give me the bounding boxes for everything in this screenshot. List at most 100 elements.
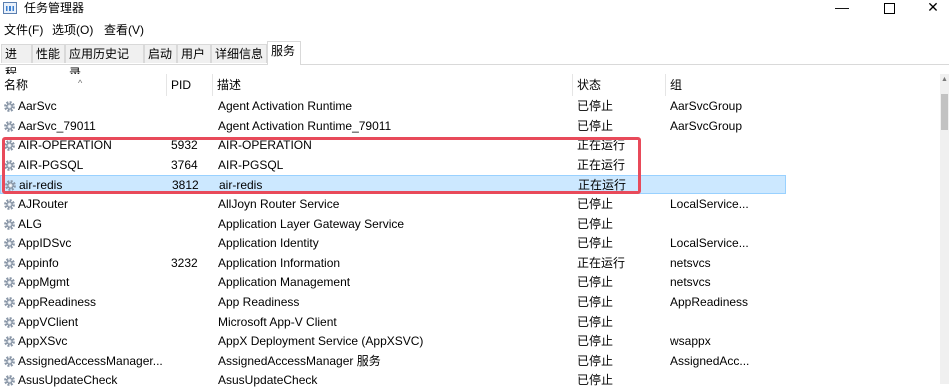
table-row[interactable]: AarSvc Agent Activation Runtime 已停止 AarSvcG… [0,97,786,116]
service-description-cell: Agent Activation Runtime_79011 [218,118,392,133]
service-pid-cell: 3232 [171,255,198,270]
service-description-cell: Application Information [218,255,341,270]
service-group-cell [670,156,782,175]
service-name-cell: AssignedAccessManager... [18,353,163,368]
column-header-name[interactable]: 名称 ^ [0,74,167,96]
service-group-cell: AarSvcGroup [670,118,743,133]
vertical-scrollbar[interactable]: ▲ [940,74,949,384]
service-gear-icon [3,355,16,368]
table-row[interactable]: AJRouter AllJoyn Router Service 已停止 LocalSe… [0,195,786,214]
maximize-icon [883,3,895,14]
service-status-cell: 已停止 [577,216,614,231]
service-status-cell: 已停止 [577,373,614,388]
tab-details[interactable]: 详细信息 [211,44,267,63]
service-gear-icon [3,218,16,231]
service-description-cell: AppX Deployment Service (AppXSVC) [218,334,424,349]
service-gear-icon [3,237,16,250]
menu-file[interactable]: 文件(F) [4,23,43,37]
service-group-cell [670,313,782,332]
service-pid-cell [171,293,211,312]
service-gear-icon [3,100,16,113]
service-description-cell: Application Management [218,275,351,290]
table-row[interactable]: AppIDSvc Application Identity 已停止 LocalServ… [0,234,786,253]
service-description-cell: Application Layer Gateway Service [218,216,405,231]
menu-bar: 文件(F) 选项(O) 查看(V) [0,20,949,40]
tab-app-history[interactable]: 应用历史记录 [65,44,144,80]
service-pid-cell [171,195,211,214]
service-name-cell: AppReadiness [18,295,97,309]
service-status-cell: 已停止 [577,295,614,309]
service-name-cell: AppIDSvc [18,236,72,251]
minimize-button[interactable]: — [819,0,865,16]
service-gear-icon [3,374,16,387]
scrollbar-thumb[interactable] [941,94,948,130]
service-group-cell: AppReadiness [670,295,749,309]
service-description-cell: AsusUpdateCheck [218,373,318,388]
table-row[interactable]: AppReadiness App Readiness 已停止 AppReadiness [0,293,786,312]
column-header-description[interactable]: 描述 [213,74,573,96]
tab-startup[interactable]: 启动 [144,44,177,63]
service-name-cell: AJRouter [18,197,69,211]
service-pid-cell [171,215,211,234]
service-group-cell: AssignedAcc... [670,353,750,368]
table-row[interactable]: AssignedAccessManager... AssignedAccessMa… [0,352,786,371]
service-group-cell: LocalService... [670,197,749,211]
table-row[interactable]: ALG Application Layer Gateway Service 已停止 [0,215,786,234]
service-status-cell: 已停止 [577,99,614,113]
menu-options[interactable]: 选项(O) [52,23,93,37]
service-name-cell: AppVClient [18,314,79,329]
service-description-cell: Application Identity [218,236,319,251]
service-pid-cell [171,117,211,136]
service-group-cell: AarSvcGroup [670,99,743,113]
service-gear-icon [3,316,16,329]
column-header-group[interactable]: 组 [666,74,940,96]
service-pid-cell [171,371,211,390]
service-gear-icon [3,257,16,270]
service-gear-icon [3,276,16,289]
table-row[interactable]: AarSvc_79011 Agent Activation Runtime_790… [0,117,786,136]
window-title: 任务管理器 [24,1,85,15]
service-pid-cell [171,332,211,351]
service-pid-cell [171,313,211,332]
service-name-cell: AarSvc [18,99,57,113]
table-row[interactable]: AppVClient Microsoft App-V Client 已停止 [0,313,786,332]
service-pid-cell [171,352,211,371]
tab-services[interactable]: 服务 [267,41,301,65]
table-row[interactable]: AsusUpdateCheck AsusUpdateCheck 已停止 [0,371,786,390]
service-description-cell: Microsoft App-V Client [218,314,337,329]
service-description-cell: AllJoyn Router Service [218,197,340,211]
service-group-cell [670,136,782,155]
service-pid-cell [171,97,211,116]
service-gear-icon [3,335,16,348]
service-pid-cell [171,273,211,292]
sort-ascending-icon: ^ [78,78,83,88]
minimize-icon: — [835,0,849,15]
tab-processes[interactable]: 进程 [1,44,32,80]
service-gear-icon [3,296,16,309]
service-status-cell: 已停止 [577,118,614,133]
service-name-cell: AppMgmt [18,275,70,290]
column-header-status[interactable]: 状态 [573,74,666,96]
service-gear-icon [3,120,16,133]
service-status-cell: 已停止 [577,275,614,290]
close-icon: ✕ [927,0,939,15]
service-name-cell: ALG [18,216,43,231]
service-description-cell: App Readiness [218,295,300,309]
close-button[interactable]: ✕ [910,0,949,16]
menu-view[interactable]: 查看(V) [104,23,144,37]
tab-users[interactable]: 用户 [177,44,211,63]
tab-performance[interactable]: 性能 [32,44,65,63]
service-group-cell [670,371,782,390]
column-header-pid[interactable]: PID [167,74,213,96]
service-status-cell: 已停止 [577,334,614,349]
table-header: 名称 ^ PID 描述 状态 组 [0,74,940,96]
table-row[interactable]: AppMgmt Application Management 已停止 netsvcs [0,273,786,292]
table-row[interactable]: AppXSvc AppX Deployment Service (AppXSVC)… [0,332,786,351]
service-gear-icon [3,198,16,211]
scroll-up-icon[interactable]: ▲ [940,76,949,83]
table-row[interactable]: Appinfo 3232 Application Information 正在运行 ne… [0,254,786,273]
task-manager-icon [3,2,17,14]
maximize-button[interactable] [866,0,912,16]
service-name-cell: AppXSvc [18,334,68,349]
service-status-cell: 正在运行 [577,255,626,270]
